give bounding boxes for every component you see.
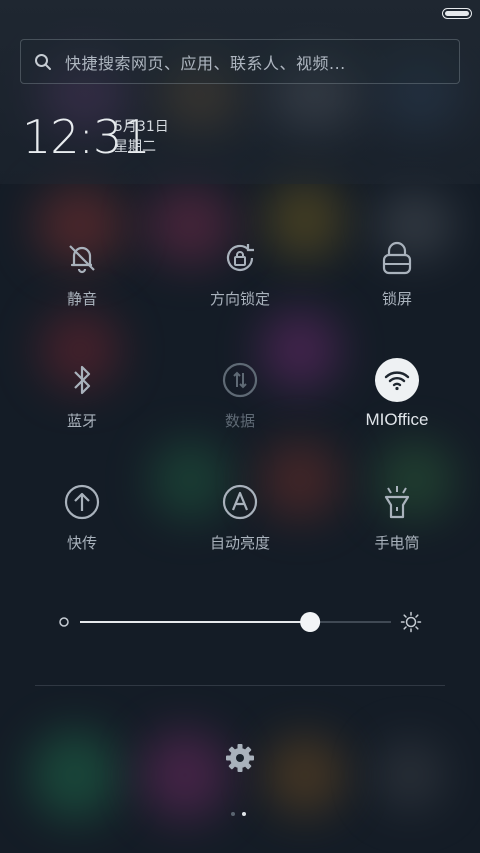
page-dot-active xyxy=(242,812,246,816)
bell-off-icon xyxy=(60,236,104,280)
lock-icon xyxy=(375,236,419,280)
brightness-slider[interactable] xyxy=(58,610,426,634)
search-bar[interactable]: 快捷搜索网页、应用、联系人、视频... xyxy=(20,39,460,84)
flashlight-icon xyxy=(375,480,419,524)
brightness-high-icon xyxy=(400,611,422,633)
clock-date[interactable]: 5月31日 星期二 xyxy=(114,117,169,157)
toggle-label: 静音 xyxy=(66,290,97,308)
date-label: 5月31日 xyxy=(114,119,169,135)
search-placeholder: 快捷搜索网页、应用、联系人、视频... xyxy=(65,53,346,73)
page-dot xyxy=(231,812,235,816)
toggle-lock-screen[interactable]: 锁屏 xyxy=(317,236,477,346)
slider-thumb[interactable] xyxy=(300,612,321,632)
page-indicator xyxy=(231,812,246,816)
toggle-label: MIOffice xyxy=(365,410,429,429)
wifi-icon xyxy=(375,358,419,402)
toggle-label: 方向锁定 xyxy=(209,290,270,308)
toggle-mute[interactable]: 静音 xyxy=(2,236,162,346)
mobile-data-icon xyxy=(218,358,262,402)
toggle-label: 快传 xyxy=(66,534,97,552)
toggle-quick-transfer[interactable]: 快传 xyxy=(2,480,162,590)
toggle-bluetooth[interactable]: 蓝牙 xyxy=(2,358,162,468)
bluetooth-icon xyxy=(60,358,104,402)
toggle-mobile-data[interactable]: 数据 xyxy=(160,358,320,468)
rotation-lock-icon xyxy=(218,236,262,280)
toggle-auto-brightness[interactable]: 自动亮度 xyxy=(160,480,320,590)
search-icon xyxy=(21,39,65,84)
auto-brightness-icon xyxy=(218,480,262,524)
toggle-label: 自动亮度 xyxy=(209,534,270,552)
weekday-label: 星期二 xyxy=(114,139,156,155)
quick-transfer-icon xyxy=(60,480,104,524)
gear-icon xyxy=(222,744,258,780)
toggle-label: 锁屏 xyxy=(381,290,412,308)
toggle-label: 手电筒 xyxy=(374,534,420,552)
brightness-low-icon xyxy=(59,617,69,627)
toggle-rotation-lock[interactable]: 方向锁定 xyxy=(160,236,320,346)
battery-full-icon xyxy=(442,8,472,19)
toggle-flashlight[interactable]: 手电筒 xyxy=(317,480,477,590)
divider xyxy=(35,685,445,686)
toggle-label: 蓝牙 xyxy=(66,412,97,430)
toggle-label: 数据 xyxy=(224,412,255,430)
settings-button[interactable] xyxy=(222,740,258,776)
toggle-wifi[interactable]: MIOffice xyxy=(317,358,477,468)
